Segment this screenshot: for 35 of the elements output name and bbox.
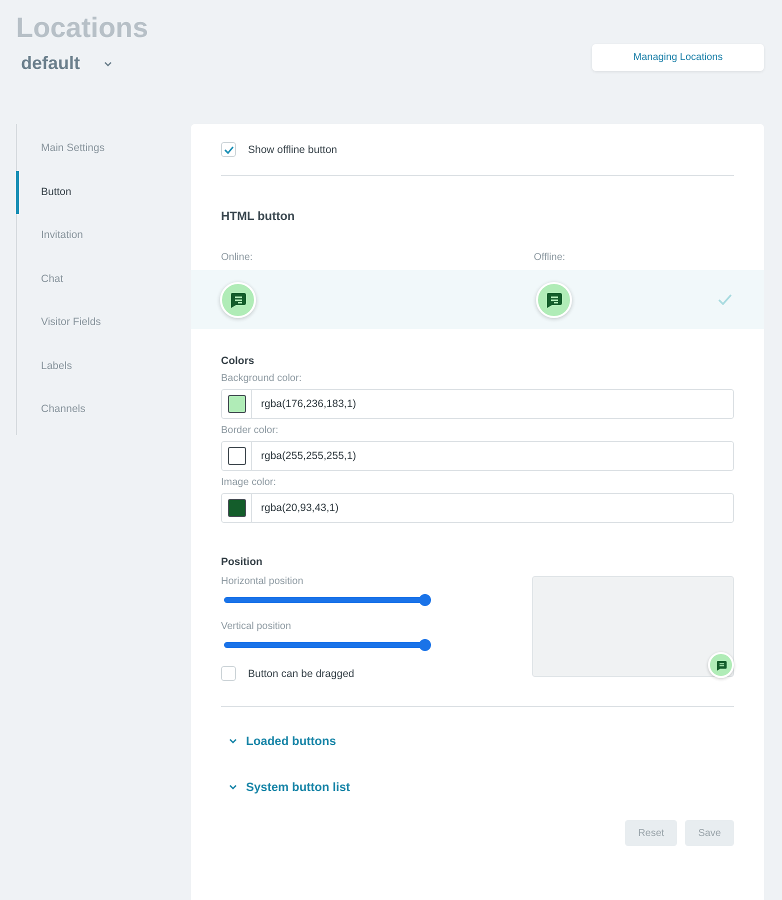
sidebar-item[interactable]: Channels xyxy=(16,388,191,432)
field-label: Background color: xyxy=(221,373,303,384)
slider-label: Vertical position xyxy=(221,621,292,632)
caret-icon xyxy=(229,738,237,744)
checkbox-label: Button can be dragged xyxy=(248,668,354,680)
sidebar-item[interactable]: Labels xyxy=(16,344,191,388)
page-title: Locations xyxy=(16,12,148,44)
section-title: Position xyxy=(221,556,264,568)
caret-icon xyxy=(104,60,112,66)
managing-locations-button[interactable]: Managing Locations xyxy=(592,44,764,71)
sidebar-item[interactable]: Chat xyxy=(16,258,191,301)
sidebar-item[interactable]: Main Settings xyxy=(16,127,191,170)
position-slider[interactable] xyxy=(224,639,431,651)
checkbox[interactable] xyxy=(221,142,236,157)
position-slider[interactable] xyxy=(224,594,431,606)
slider-label: Horizontal position xyxy=(221,576,304,587)
chat-button-icon xyxy=(708,652,734,678)
collapsible-section[interactable]: Loaded buttons xyxy=(221,734,336,748)
field-label: Border color: xyxy=(221,425,280,436)
check-icon xyxy=(718,294,732,305)
online-label: Online: xyxy=(221,252,253,263)
section-title: HTML button xyxy=(221,209,296,223)
section-title: Colors xyxy=(221,355,256,367)
check-icon xyxy=(224,146,234,154)
caret-icon xyxy=(229,784,237,790)
field-label: Image color: xyxy=(221,477,278,488)
offline-label: Offline: xyxy=(534,252,566,263)
chat-button-icon xyxy=(220,282,256,318)
checkbox[interactable] xyxy=(221,666,236,681)
chat-button-icon xyxy=(536,282,572,318)
sidebar-item[interactable]: Visitor Fields xyxy=(16,301,191,344)
sidebar-item[interactable]: Invitation xyxy=(16,214,191,258)
collapsible-section[interactable]: System button list xyxy=(221,780,350,794)
checkbox-label: Show offline button xyxy=(248,144,338,156)
location-dropdown[interactable]: default xyxy=(16,53,148,74)
